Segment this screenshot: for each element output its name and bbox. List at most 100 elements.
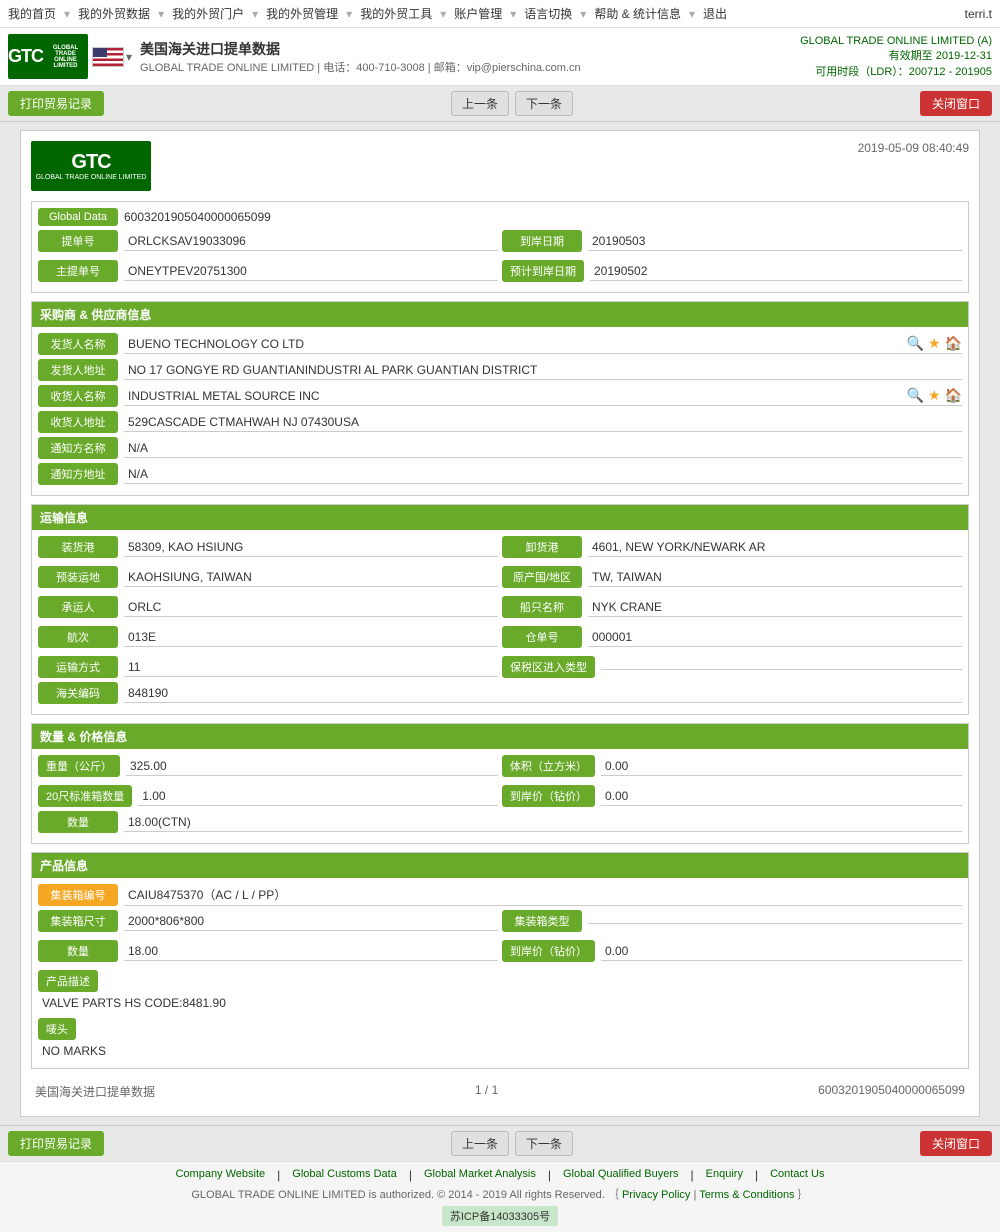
icp-area: 苏ICP备14033305号 [0,1206,1000,1226]
bottom-print-button[interactable]: 打印贸易记录 [8,1131,104,1156]
page-title: 美国海关进口提单数据 [140,39,581,59]
close-button[interactable]: 关闭窗口 [920,91,992,116]
nav-my-trade-tools[interactable]: 我的外贸工具 [360,5,432,22]
document-header: GTC GLOBAL TRADE ONLINE LIMITED 2019-05-… [31,141,969,191]
print-button[interactable]: 打印贸易记录 [8,91,104,116]
container20-row: 20尺标准箱数量 1.00 [38,785,498,807]
origin-country-label: 原产国/地区 [502,566,582,588]
marks-section: 唛头 [38,1018,962,1040]
nav-home[interactable]: 我的首页 [8,5,56,22]
transport-section: 运输信息 装货港 58309, KAO HSIUNG 卸货港 4601, NEW… [31,504,969,715]
bottom-toolbar: 打印贸易记录 上一条 下一条 关闭窗口 [0,1125,1000,1161]
nav-help[interactable]: 帮助 & 统计信息 [594,5,681,22]
shipper-addr-value: NO 17 GONGYE RD GUANTIANINDUSTRI AL PARK… [124,361,962,380]
main-bill-value: ONEYTPEV20751300 [124,262,498,281]
product-body: 集装箱编号 CAIU8475370（AC / L / PP） 集装箱尺寸 200… [32,878,968,1068]
shipper-home-icon[interactable]: 🏠 [945,335,962,352]
voyage-label: 航次 [38,626,118,648]
footer-link-company[interactable]: Company Website [175,1168,265,1182]
sep1: | [277,1168,280,1182]
consignee-addr-label: 收货人地址 [38,411,118,433]
weight-label: 重量（公斤） [38,755,120,777]
quantity-price-body: 重量（公斤） 325.00 体积（立方米） 0.00 20尺标准箱数量 1.00… [32,749,968,843]
footer-link-enquiry[interactable]: Enquiry [706,1168,743,1182]
basic-info-body: Global Data 6003201905040000065099 提单号 O… [32,202,968,292]
page-header: GTC GLOBAL TRADEONLINE LIMITED ▾ 美国海关进口提… [0,28,1000,86]
top-toolbar: 打印贸易记录 上一条 下一条 关闭窗口 [0,86,1000,122]
consignee-name-field: INDUSTRIAL METAL SOURCE INC 🔍 ★ 🏠 [124,387,962,406]
page-footer: Company Website | Global Customs Data | … [0,1161,1000,1232]
nav-my-trade-portal[interactable]: 我的外贸门户 [172,5,244,22]
warehouse-value: 000001 [588,628,962,647]
volume-label: 体积（立方米） [502,755,595,777]
warehouse-row: 仓单号 000001 [502,626,962,648]
shipper-addr-label: 发货人地址 [38,359,118,381]
product-desc-value: VALVE PARTS HS CODE:8481.90 [38,992,962,1014]
consignee-search-icon[interactable]: 🔍 [907,387,924,404]
notify-name-label: 通知方名称 [38,437,118,459]
consignee-home-icon[interactable]: 🏠 [945,387,962,404]
customs-code-label: 海关编码 [38,682,118,704]
customs-code-row: 海关编码 848190 [38,682,962,704]
sep3: | [548,1168,551,1182]
container-detail-grid: 集装箱尺寸 2000*806*800 集装箱类型 数量 18.00 到岸价（钻价… [38,910,962,966]
logo: GTC GLOBAL TRADEONLINE LIMITED [8,34,88,79]
consignee-name-value: INDUSTRIAL METAL SOURCE INC [124,387,903,405]
shipper-search-icon[interactable]: 🔍 [907,335,924,352]
quantity-price-section: 数量 & 价格信息 重量（公斤） 325.00 体积（立方米） 0.00 20尺… [31,723,969,844]
account-expiry: 有效期至 2019-12-31 [800,47,992,63]
account-ldr: 可用时段（LDR）：200712 - 201905 [800,63,992,79]
arrival-price-row: 到岸价（钻价） 0.00 [502,785,962,807]
product-arrival-price-row: 到岸价（钻价） 0.00 [502,940,962,962]
nav-my-trade-mgmt[interactable]: 我的外贸管理 [266,5,338,22]
buyer-seller-body: 发货人名称 BUENO TECHNOLOGY CO LTD 🔍 ★ 🏠 发货人地… [32,327,968,495]
shipper-addr-row: 发货人地址 NO 17 GONGYE RD GUANTIANINDUSTRI A… [38,359,962,381]
quantity-price-header: 数量 & 价格信息 [32,724,968,749]
main-bill-row: 主提单号 ONEYTPEV20751300 [38,260,498,282]
bottom-close-button[interactable]: 关闭窗口 [920,1131,992,1156]
notify-addr-label: 通知方地址 [38,463,118,485]
qty-value: 18.00(CTN) [124,813,962,832]
navigation-buttons: 上一条 下一条 [451,91,573,116]
nav-logout[interactable]: 退出 [703,5,727,22]
header-info: 美国海关进口提单数据 GLOBAL TRADE ONLINE LIMITED |… [140,39,581,75]
voyage-row: 航次 013E [38,626,498,648]
logo-area: GTC GLOBAL TRADEONLINE LIMITED ▾ [8,34,132,79]
nav-my-trade-data[interactable]: 我的外贸数据 [78,5,150,22]
sep2: | [409,1168,412,1182]
shipper-star-icon[interactable]: ★ [928,335,941,352]
nav-language[interactable]: 语言切换 [524,5,572,22]
shipper-name-field: BUENO TECHNOLOGY CO LTD 🔍 ★ 🏠 [124,335,962,354]
footer-terms[interactable]: Terms & Conditions [699,1189,794,1201]
document-timestamp: 2019-05-09 08:40:49 [858,141,969,155]
top-nav-links: 我的首页 ▾ 我的外贸数据 ▾ 我的外贸门户 ▾ 我的外贸管理 ▾ 我的外贸工具… [8,5,727,22]
next-button[interactable]: 下一条 [515,91,573,116]
loading-port-value: 58309, KAO HSIUNG [124,538,498,557]
document-logo: GTC GLOBAL TRADE ONLINE LIMITED [31,141,151,191]
container-size-label: 集装箱尺寸 [38,910,118,932]
buyer-seller-section: 采购商 & 供应商信息 发货人名称 BUENO TECHNOLOGY CO LT… [31,301,969,496]
footer-link-market[interactable]: Global Market Analysis [424,1168,536,1182]
global-data-row: Global Data 6003201905040000065099 [38,208,962,226]
notify-name-row: 通知方名称 N/A [38,437,962,459]
carrier-label: 承运人 [38,596,118,618]
prev-button[interactable]: 上一条 [451,91,509,116]
footer-link-customs[interactable]: Global Customs Data [292,1168,397,1182]
vessel-row: 船只名称 NYK CRANE [502,596,962,618]
footer-link-contact[interactable]: Contact Us [770,1168,824,1182]
pre-load-label: 预装运地 [38,566,118,588]
consignee-star-icon[interactable]: ★ [928,387,941,404]
sep4: | [691,1168,694,1182]
bottom-next-button[interactable]: 下一条 [515,1131,573,1156]
bottom-navigation-buttons: 上一条 下一条 [451,1131,573,1156]
footer-privacy[interactable]: Privacy Policy [622,1189,690,1201]
header-subtitle: GLOBAL TRADE ONLINE LIMITED | 电话：400-710… [140,59,581,75]
vessel-value: NYK CRANE [588,598,962,617]
marks-value: NO MARKS [38,1040,962,1062]
top-navigation: 我的首页 ▾ 我的外贸数据 ▾ 我的外贸门户 ▾ 我的外贸管理 ▾ 我的外贸工具… [0,0,1000,28]
nav-account[interactable]: 账户管理 [454,5,502,22]
bottom-prev-button[interactable]: 上一条 [451,1131,509,1156]
notify-addr-value: N/A [124,465,962,484]
footer-link-buyers[interactable]: Global Qualified Buyers [563,1168,679,1182]
product-desc-label: 产品描述 [38,970,98,992]
